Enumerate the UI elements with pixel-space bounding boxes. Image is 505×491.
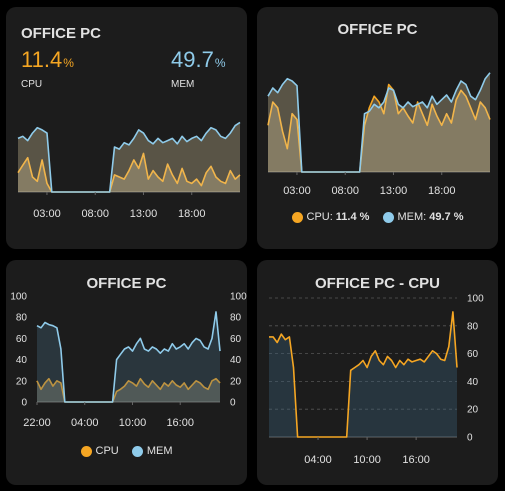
y-tick-label: 40	[467, 377, 479, 388]
y-tick-label: 60	[16, 334, 28, 345]
mem-color-dot	[382, 211, 394, 223]
cpu-color-dot	[291, 211, 303, 223]
x-tick-label: 10:00	[119, 417, 147, 429]
x-tick-label: 18:00	[428, 185, 456, 197]
x-tick-label: 16:00	[166, 417, 194, 429]
y-tick-label: 80	[467, 321, 479, 332]
legend-cpu[interactable]: CPU: 11.4 %	[291, 211, 369, 223]
card-chart-axes[interactable]: OFFICE PC 22:00 04:00 10:00 16:00 100 100 80 80…	[6, 260, 247, 485]
y-tick-label: 100	[10, 292, 27, 303]
y-tick-label: 0	[21, 398, 27, 409]
y-tick-label: 60	[230, 334, 242, 345]
y-tick-label: 40	[230, 355, 242, 366]
x-tick-label: 04:00	[71, 417, 99, 429]
y-tick-label: 20	[230, 376, 242, 387]
y-tick-label: 80	[230, 313, 242, 324]
chart-legend: CPU: 11.4 % MEM: 49.7 %	[257, 211, 498, 226]
x-tick-label: 08:00	[81, 208, 109, 220]
y-tick-label: 100	[467, 294, 484, 305]
legend-mem[interactable]: MEM: 49.7 %	[382, 211, 463, 223]
card-cpu-chart[interactable]: OFFICE PC - CPU 04:00 10:00 16:00 100 80 60 40…	[257, 260, 498, 485]
cpu-mem-chart[interactable]: 03:00 08:00 13:00 18:00	[6, 7, 247, 249]
y-tick-label: 40	[16, 355, 28, 366]
mem-color-dot	[131, 445, 143, 457]
x-tick-label: 18:00	[178, 208, 206, 220]
legend-cpu[interactable]: CPU	[80, 445, 119, 457]
x-tick-label: 13:00	[130, 208, 158, 220]
y-tick-label: 20	[467, 405, 479, 416]
x-tick-label: 08:00	[331, 185, 359, 197]
x-tick-label: 22:00	[23, 417, 51, 429]
x-tick-label: 03:00	[33, 208, 61, 220]
x-tick-label: 03:00	[283, 185, 311, 197]
y-tick-label: 0	[467, 433, 473, 444]
x-tick-label: 10:00	[353, 454, 381, 466]
card-summary[interactable]: OFFICE PC 11.4% CPU 49.7% MEM 03:00 08:00…	[6, 7, 247, 249]
legend-mem[interactable]: MEM	[131, 445, 172, 457]
card-chart-legend[interactable]: OFFICE PC 03:00 08:00 13:00 18:00 CPU: 11.4 …	[257, 7, 498, 249]
cpu-chart[interactable]: 04:00 10:00 16:00 100 80 60 40 20 0	[257, 260, 498, 485]
y-tick-label: 80	[16, 313, 28, 324]
x-tick-label: 13:00	[380, 185, 408, 197]
x-tick-label: 16:00	[402, 454, 430, 466]
x-tick-label: 04:00	[304, 454, 332, 466]
y-tick-label: 60	[467, 349, 479, 360]
y-tick-label: 100	[230, 292, 247, 303]
cpu-color-dot	[80, 445, 92, 457]
y-tick-label: 20	[16, 376, 28, 387]
chart-legend: CPU MEM	[6, 445, 247, 460]
y-tick-label: 0	[230, 398, 236, 409]
